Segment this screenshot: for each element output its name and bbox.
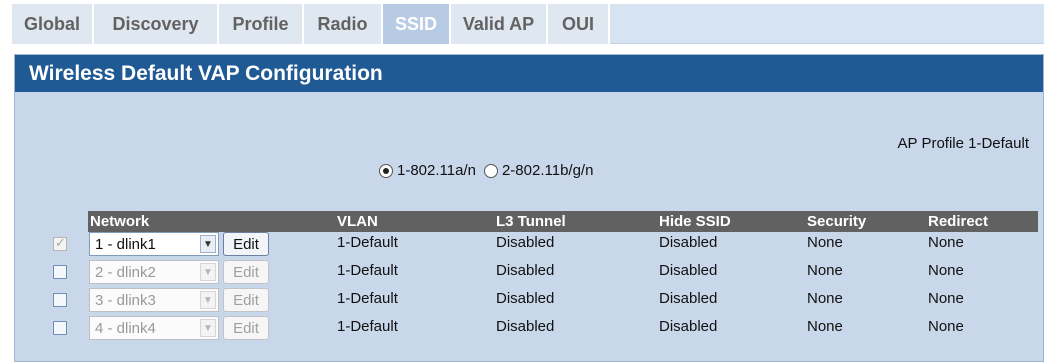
chevron-down-icon[interactable]: ▼ [200, 235, 216, 253]
chevron-down-icon: ▼ [200, 263, 216, 281]
table-row: 2 - dlink2 ▼ Edit 1-Default Disabled Dis… [15, 260, 1043, 286]
l3-tunnel-value: Disabled [496, 262, 555, 279]
tab-ssid[interactable]: SSID [383, 4, 451, 44]
tab-profile[interactable]: Profile [219, 4, 304, 44]
header-l3-tunnel: L3 Tunnel [496, 213, 566, 230]
header-hide-ssid: Hide SSID [659, 213, 731, 230]
network-select[interactable]: 2 - dlink2 ▼ [89, 260, 219, 284]
tab-global[interactable]: Global [12, 4, 94, 44]
panel-title: Wireless Default VAP Configuration [15, 55, 1043, 92]
vlan-value: 1-Default [337, 234, 398, 251]
table-row: 4 - dlink4 ▼ Edit 1-Default Disabled Dis… [15, 316, 1043, 342]
table-row: ✓ 1 - dlink1 ▼ Edit 1-Default Disabled D… [15, 232, 1043, 258]
vlan-value: 1-Default [337, 262, 398, 279]
network-select-value: 3 - dlink3 [95, 291, 156, 309]
security-value: None [807, 318, 843, 335]
table-row: 3 - dlink3 ▼ Edit 1-Default Disabled Dis… [15, 288, 1043, 314]
check-icon: ✓ [55, 235, 66, 250]
l3-tunnel-value: Disabled [496, 234, 555, 251]
row-checkbox[interactable] [53, 265, 67, 279]
security-value: None [807, 262, 843, 279]
radio-80211bgn-label[interactable]: 2-802.11b/g/n [502, 162, 593, 179]
chevron-down-icon: ▼ [200, 319, 216, 337]
redirect-value: None [928, 262, 964, 279]
redirect-value: None [928, 290, 964, 307]
tab-oui[interactable]: OUI [548, 4, 610, 44]
edit-button: Edit [223, 260, 269, 284]
hide-ssid-value: Disabled [659, 318, 718, 335]
edit-button[interactable]: Edit [223, 232, 269, 256]
network-select-value: 4 - dlink4 [95, 319, 156, 337]
tab-bar: Global Discovery Profile Radio SSID Vali… [12, 4, 1044, 44]
edit-button: Edit [223, 288, 269, 312]
tab-radio[interactable]: Radio [304, 4, 383, 44]
header-security: Security [807, 213, 867, 230]
ap-profile-label: AP Profile 1-Default [897, 135, 1029, 152]
header-network: Network [90, 213, 150, 230]
chevron-down-icon: ▼ [200, 291, 216, 309]
network-select-value: 2 - dlink2 [95, 263, 156, 281]
radio-80211an[interactable] [379, 163, 393, 178]
vlan-value: 1-Default [337, 318, 398, 335]
hide-ssid-value: Disabled [659, 262, 718, 279]
hide-ssid-value: Disabled [659, 290, 718, 307]
l3-tunnel-value: Disabled [496, 290, 555, 307]
network-select[interactable]: 4 - dlink4 ▼ [89, 316, 219, 340]
row-checkbox[interactable]: ✓ [53, 235, 67, 251]
redirect-value: None [928, 318, 964, 335]
radio-80211bgn[interactable] [483, 163, 498, 178]
radio-80211an-label[interactable]: 1-802.11a/n [397, 162, 476, 179]
network-select[interactable]: 3 - dlink3 ▼ [89, 288, 219, 312]
vap-config-panel: Wireless Default VAP Configuration AP Pr… [14, 54, 1044, 362]
security-value: None [807, 290, 843, 307]
edit-button: Edit [223, 316, 269, 340]
network-select-value: 1 - dlink1 [95, 235, 156, 253]
tab-valid-ap[interactable]: Valid AP [451, 4, 548, 44]
radio-selected-dot [383, 167, 389, 174]
vlan-value: 1-Default [337, 290, 398, 307]
hide-ssid-value: Disabled [659, 234, 718, 251]
header-redirect: Redirect [928, 213, 989, 230]
vap-table-header: Network VLAN L3 Tunnel Hide SSID Securit… [88, 211, 1038, 232]
radio-group: 1-802.11a/n 2-802.11b/g/n [379, 162, 601, 179]
tab-discovery[interactable]: Discovery [94, 4, 219, 44]
header-vlan: VLAN [337, 213, 378, 230]
security-value: None [807, 234, 843, 251]
network-select[interactable]: 1 - dlink1 ▼ [89, 232, 219, 256]
redirect-value: None [928, 234, 964, 251]
l3-tunnel-value: Disabled [496, 318, 555, 335]
row-checkbox[interactable] [53, 293, 67, 307]
row-checkbox[interactable] [53, 321, 67, 335]
